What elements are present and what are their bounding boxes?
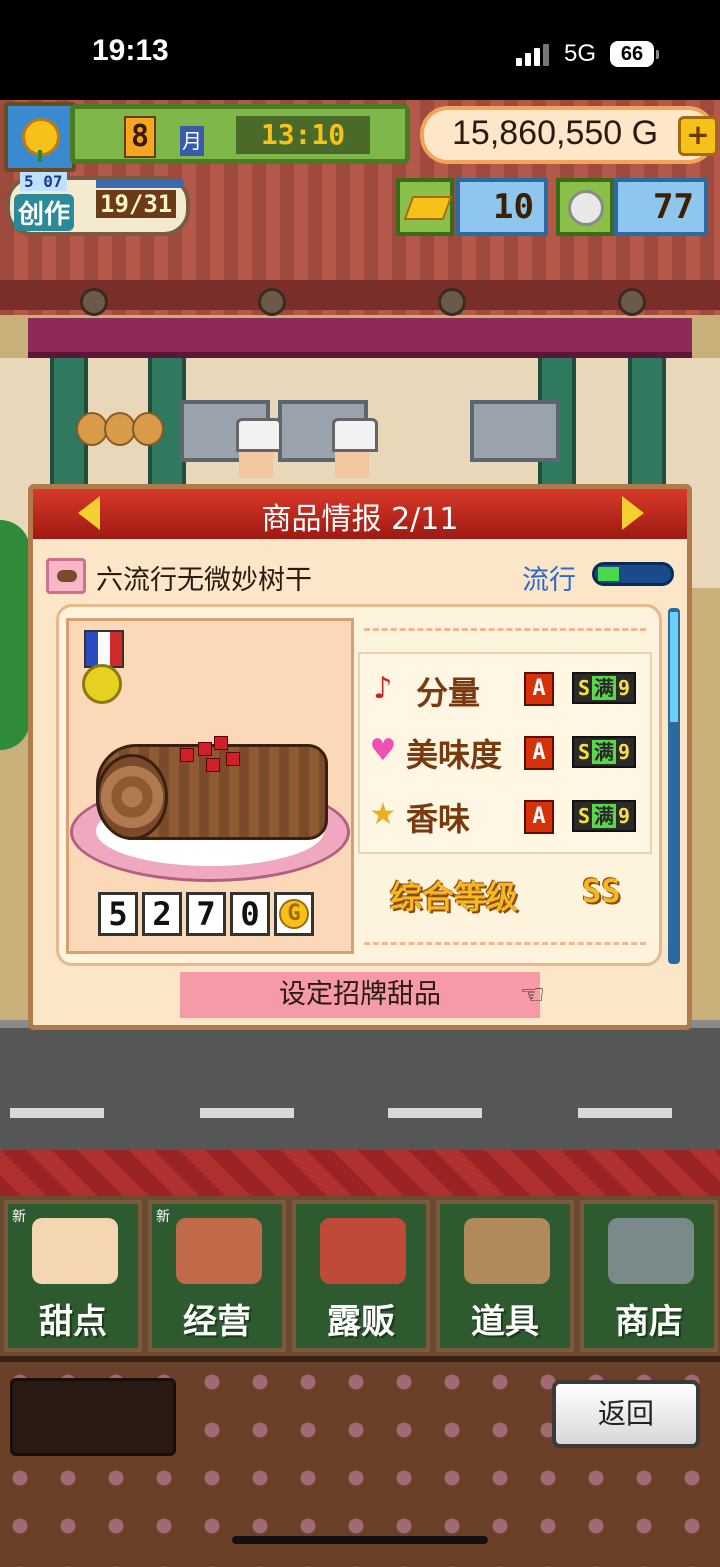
road-line xyxy=(10,1108,104,1118)
dialog-title: 商品情报 2/11 xyxy=(261,502,459,537)
roof-bolt xyxy=(618,288,646,316)
month-unit: 月 xyxy=(180,126,204,156)
berry-topping xyxy=(214,736,228,750)
item-name: 六流行无微妙树干 xyxy=(96,565,312,596)
next-arrow-icon[interactable] xyxy=(622,496,644,530)
decor-band xyxy=(0,1150,720,1200)
roof-bolt xyxy=(258,288,286,316)
menu-desserts-button[interactable]: 新 甜点 xyxy=(4,1200,142,1352)
menu-stall-button[interactable]: 露贩 xyxy=(292,1200,430,1352)
berry-topping xyxy=(226,752,240,766)
music-note-icon: ♪ xyxy=(373,671,393,706)
scrollbar-thumb[interactable] xyxy=(670,612,678,722)
trend-label: 流行 xyxy=(522,565,576,596)
stat-label-aroma: 香味 xyxy=(406,800,471,838)
price-digit: 5 xyxy=(98,892,138,936)
medal-ribbon xyxy=(84,630,124,668)
prev-arrow-icon[interactable] xyxy=(78,496,100,530)
stat-level: S满9 xyxy=(572,672,637,704)
sunflower-icon[interactable] xyxy=(4,102,76,172)
plate-count: 77 xyxy=(614,178,708,236)
game-clock: 13:10 xyxy=(236,116,370,154)
price-digit: 2 xyxy=(142,892,182,936)
roof-bolt xyxy=(438,288,466,316)
menu-label: 商店 xyxy=(615,1302,683,1342)
stat-level: S满9 xyxy=(572,736,637,768)
gold-bar-count: 10 xyxy=(456,178,548,236)
medal-icon xyxy=(82,664,122,704)
heart-icon: ♥ xyxy=(369,733,397,768)
divider xyxy=(364,628,646,631)
menu-items-button[interactable]: 道具 xyxy=(436,1200,574,1352)
menu-label: 甜点 xyxy=(39,1302,107,1342)
create-count: 19/31 xyxy=(96,190,177,218)
berry-topping xyxy=(198,742,212,756)
yule-log-end xyxy=(96,754,168,840)
add-money-button[interactable]: + xyxy=(678,116,718,156)
back-button[interactable]: 返回 xyxy=(552,1380,700,1448)
battery-tip xyxy=(656,50,659,59)
chef-character xyxy=(332,418,378,478)
tree xyxy=(0,520,30,750)
tools-icon xyxy=(464,1218,550,1284)
money-value: 15,860,550 G xyxy=(452,114,659,152)
price-display: 5270G xyxy=(98,892,318,938)
shop-icon xyxy=(176,1218,262,1284)
status-time: 19:13 xyxy=(92,34,169,67)
stat-level: S满9 xyxy=(572,800,637,832)
shopping-cart-icon xyxy=(608,1218,694,1284)
menu-label: 道具 xyxy=(471,1302,539,1342)
road xyxy=(0,1020,720,1158)
set-signature-dessert-button[interactable]: 设定招牌甜品 xyxy=(180,972,540,1018)
menu-label: 经营 xyxy=(183,1302,251,1342)
cake-icon xyxy=(32,1218,118,1284)
shop-awning xyxy=(28,318,692,358)
info-slot xyxy=(10,1378,176,1456)
roof-trim xyxy=(0,280,720,310)
stat-label-portion: 分量 xyxy=(416,674,481,712)
overall-grade-label: 综合等级 xyxy=(390,878,519,916)
stat-grade: A xyxy=(524,800,554,834)
display-shelf xyxy=(470,400,560,462)
overall-grade-value: SS xyxy=(582,872,621,910)
signal-icon xyxy=(516,44,550,66)
road-line xyxy=(388,1108,482,1118)
gold-bar-icon xyxy=(396,178,454,236)
chef-character xyxy=(236,418,282,478)
battery-icon: 66 xyxy=(610,41,654,67)
stat-grade: A xyxy=(524,672,554,706)
pointing-hand-icon: ☜ xyxy=(520,978,546,1011)
create-progress-bar xyxy=(96,180,184,188)
currency-icon: G xyxy=(274,892,314,936)
divider xyxy=(364,942,646,945)
berry-topping xyxy=(206,758,220,772)
berry-topping xyxy=(180,748,194,762)
road-line xyxy=(578,1108,672,1118)
price-digit: 0 xyxy=(230,892,270,936)
menu-label: 露贩 xyxy=(327,1302,395,1342)
new-badge: 新 xyxy=(12,1209,26,1225)
create-label: 创作 xyxy=(14,194,75,231)
star-icon: ★ xyxy=(369,797,397,832)
new-badge: 新 xyxy=(156,1209,170,1225)
roof-bolt xyxy=(80,288,108,316)
status-bar: 19:13 5G 66 xyxy=(0,0,720,100)
road-line xyxy=(200,1108,294,1118)
stat-grade: A xyxy=(524,736,554,770)
log-cake-icon xyxy=(46,558,86,594)
currency-unit: G xyxy=(279,899,309,929)
month-value: 8 xyxy=(124,116,156,158)
plate-icon xyxy=(556,178,614,236)
create-badge: 5 07 xyxy=(20,172,67,191)
food-truck-icon xyxy=(320,1218,406,1284)
bread-display xyxy=(132,412,164,446)
network-type: 5G xyxy=(564,40,597,67)
home-indicator[interactable] xyxy=(232,1536,488,1544)
stat-label-taste: 美味度 xyxy=(406,736,503,774)
price-digit: 7 xyxy=(186,892,226,936)
menu-shop-button[interactable]: 商店 xyxy=(580,1200,718,1352)
trend-meter-fill xyxy=(598,567,619,581)
menu-management-button[interactable]: 新 经营 xyxy=(148,1200,286,1352)
